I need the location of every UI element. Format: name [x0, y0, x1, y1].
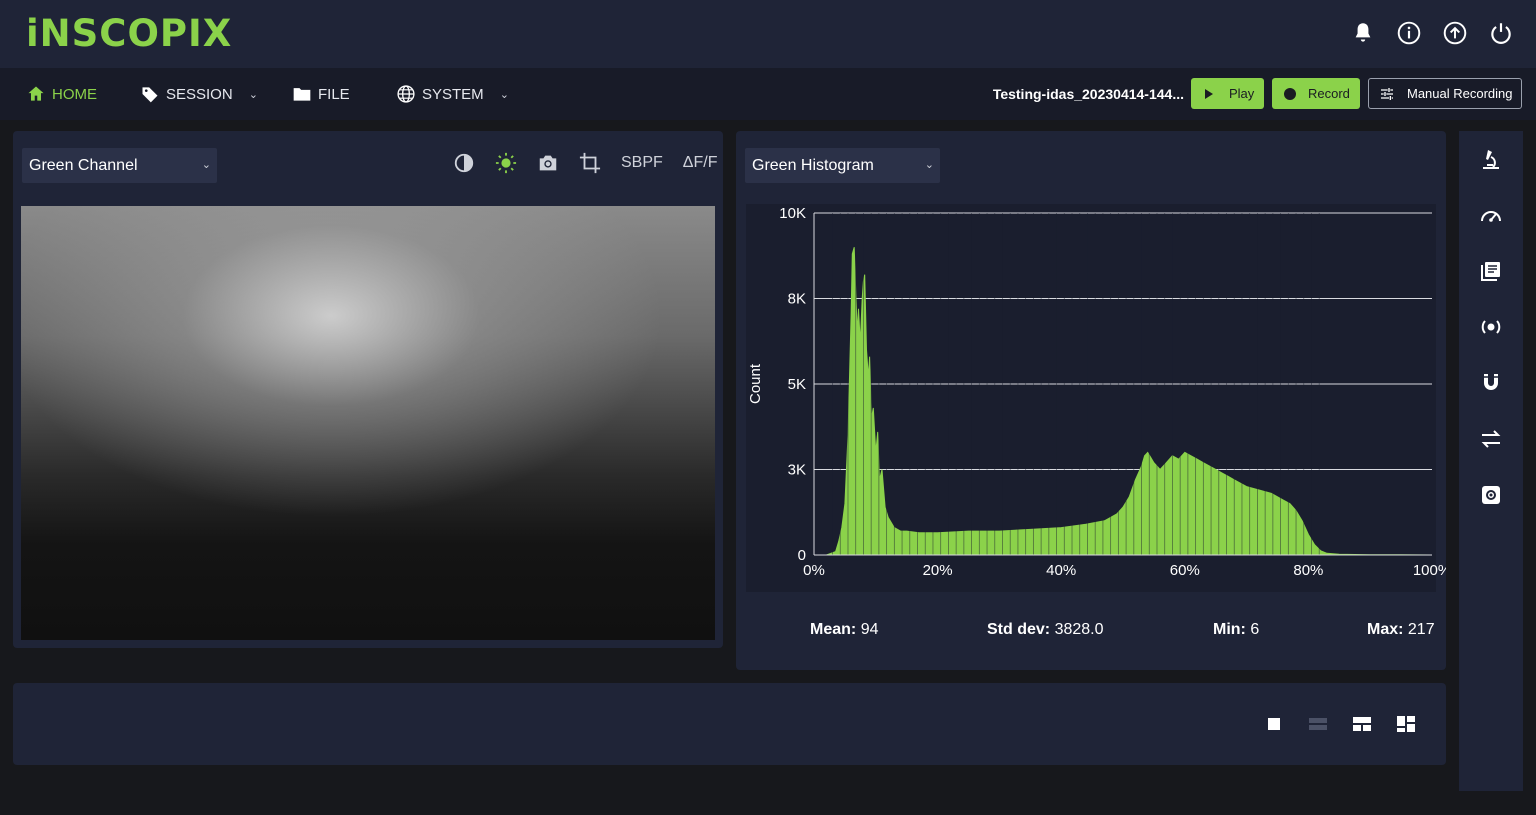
- y-tick-label: 8K: [788, 291, 806, 308]
- single-layout-icon[interactable]: [1264, 715, 1284, 733]
- nav-file[interactable]: FILE: [292, 68, 350, 120]
- top-icons: [1350, 20, 1514, 46]
- channel-select[interactable]: Green Channel ⌄: [22, 148, 217, 183]
- manual-recording-label: Manual Recording: [1407, 86, 1513, 101]
- nav-home[interactable]: HOME: [26, 68, 97, 120]
- microscope-icon[interactable]: [1479, 148, 1503, 172]
- swap-icon[interactable]: [1479, 427, 1503, 451]
- dff-toggle[interactable]: ΔF/F: [683, 154, 718, 172]
- record-label: Record: [1308, 86, 1350, 101]
- stat-max-label: Max:: [1367, 621, 1404, 638]
- crop-icon[interactable]: [579, 152, 601, 174]
- x-tick-label: 100%: [1413, 562, 1446, 579]
- play-icon: [1205, 88, 1213, 99]
- stacked-layout-icon[interactable]: [1308, 715, 1328, 733]
- histogram-select[interactable]: Green Histogram ⌄: [745, 148, 940, 183]
- magnet-icon[interactable]: [1479, 371, 1503, 395]
- x-tick-label: 80%: [1293, 562, 1323, 579]
- contrast-icon[interactable]: [453, 152, 475, 174]
- play-label: Play: [1229, 86, 1255, 101]
- split-layout-icon[interactable]: [1352, 715, 1372, 733]
- stat-max-value: 217: [1407, 621, 1435, 638]
- gauge-icon[interactable]: [1479, 204, 1503, 228]
- record-icon: [1284, 87, 1296, 100]
- chevron-down-icon: ⌄: [499, 88, 509, 101]
- folder-icon: [293, 88, 311, 101]
- stat-mean: Mean: 94: [810, 621, 878, 639]
- chevron-down-icon: ⌄: [924, 159, 934, 171]
- stat-max: Max: 217: [1367, 621, 1435, 639]
- nav-system[interactable]: SYSTEM ⌄: [396, 68, 509, 120]
- stat-std: Std dev: 3828.0: [987, 621, 1104, 639]
- globe-icon: [397, 85, 415, 103]
- power-icon[interactable]: [1488, 20, 1514, 46]
- play-button[interactable]: Play: [1191, 78, 1264, 109]
- channel-select-value: Green Channel: [29, 157, 138, 174]
- stat-std-value: 3828.0: [1054, 621, 1104, 638]
- manual-recording-button[interactable]: Manual Recording: [1368, 78, 1522, 109]
- bell-icon[interactable]: [1350, 20, 1376, 46]
- layout-switcher: [1264, 715, 1416, 733]
- x-tick-label: 20%: [923, 562, 953, 579]
- chevron-down-icon: ⌄: [201, 159, 211, 171]
- y-tick-label: 10K: [779, 205, 806, 222]
- right-sidebar: [1459, 131, 1523, 791]
- stat-std-label: Std dev:: [987, 621, 1051, 638]
- x-tick-label: 60%: [1170, 562, 1200, 579]
- histogram-select-value: Green Histogram: [752, 157, 874, 174]
- preview-toolbar: SBPF ΔF/F: [453, 152, 717, 174]
- chevron-down-icon: ⌄: [248, 88, 258, 101]
- grid-layout-icon[interactable]: [1396, 715, 1416, 733]
- camera-preview[interactable]: [21, 206, 715, 640]
- session-name: Testing-idas_20230414-144...: [992, 86, 1184, 102]
- top-bar: iNSCOPIX: [0, 0, 1536, 68]
- nav-home-label: HOME: [52, 85, 97, 103]
- nav-session-label: SESSION: [166, 85, 233, 103]
- stat-min-label: Min:: [1213, 621, 1246, 638]
- nav-file-label: FILE: [318, 85, 350, 103]
- record-button[interactable]: Record: [1272, 78, 1360, 109]
- x-tick-label: 0%: [803, 562, 825, 579]
- nav-system-label: SYSTEM: [422, 85, 484, 103]
- info-icon[interactable]: [1396, 20, 1422, 46]
- bottom-panel: [13, 683, 1446, 765]
- camera-icon[interactable]: [537, 152, 559, 174]
- broadcast-icon[interactable]: [1479, 315, 1503, 339]
- library-icon[interactable]: [1479, 259, 1503, 283]
- nav-session[interactable]: SESSION ⌄: [140, 68, 258, 120]
- settings-icon[interactable]: [1479, 483, 1503, 507]
- stat-min: Min: 6: [1213, 621, 1259, 639]
- histogram-chart: 03K5K8K10K0%20%40%60%80%100%Count: [746, 204, 1446, 592]
- y-tick-label: 3K: [788, 462, 806, 479]
- stat-mean-label: Mean:: [810, 621, 857, 638]
- stat-min-value: 6: [1250, 621, 1260, 638]
- y-tick-label: 5K: [788, 376, 806, 393]
- tag-icon: [142, 87, 158, 103]
- stat-mean-value: 94: [860, 621, 879, 638]
- y-axis-label: Count: [747, 363, 764, 404]
- home-icon: [28, 86, 44, 101]
- app-logo: iNSCOPIX: [26, 12, 233, 55]
- upload-icon[interactable]: [1442, 20, 1468, 46]
- brightness-icon[interactable]: [495, 152, 517, 174]
- sliders-icon: [1381, 87, 1393, 100]
- x-tick-label: 40%: [1046, 562, 1076, 579]
- sbpf-toggle[interactable]: SBPF: [621, 154, 663, 172]
